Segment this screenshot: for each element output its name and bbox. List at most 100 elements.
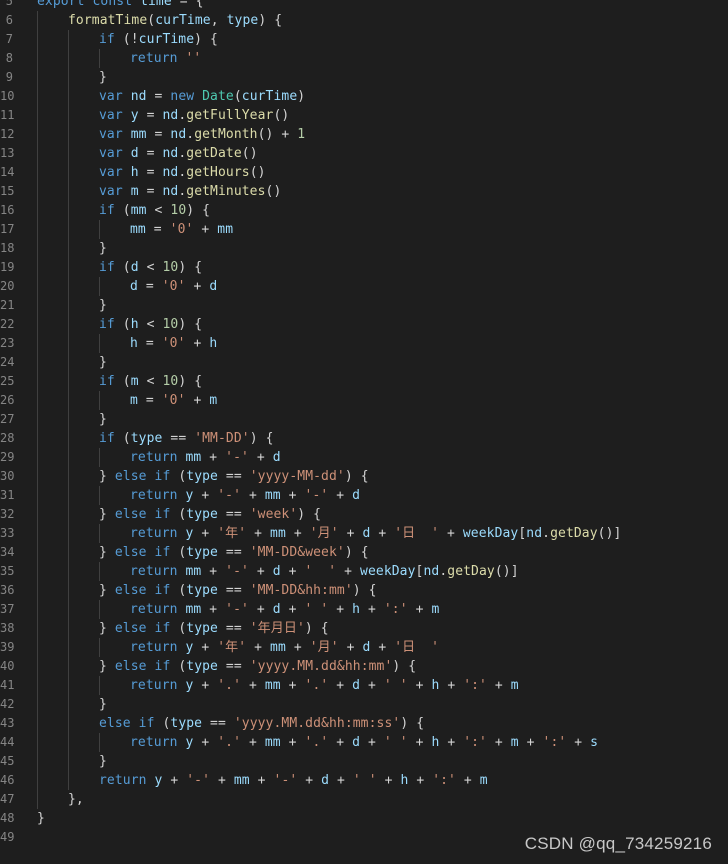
line-number: 6 <box>5 13 13 27</box>
code-line[interactable]: 21} <box>0 296 728 315</box>
code-line[interactable]: 37 return mm + '-' + d + ' ' + h + ':' + … <box>0 600 728 619</box>
indent-guide <box>99 733 100 752</box>
code-line[interactable]: 6 formatTime(curTime, type) { <box>0 11 728 30</box>
code-line[interactable]: 26 m = '0' + m <box>0 391 728 410</box>
code-line[interactable]: 34} else if (type == 'MM-DD&week') { <box>0 543 728 562</box>
code-line[interactable]: 36} else if (type == 'MM-DD&hh:mm') { <box>0 581 728 600</box>
code-line[interactable]: 47}, <box>0 790 728 809</box>
code-line[interactable]: 35 return mm + '-' + d + ' ' + weekDay[nd… <box>0 562 728 581</box>
line-number: 41 <box>0 678 15 692</box>
code-line[interactable]: 24} <box>0 353 728 372</box>
code-line[interactable]: 32} else if (type == 'week') { <box>0 505 728 524</box>
token-ctrl: return <box>130 488 178 503</box>
code-line[interactable]: 30} else if (type == 'yyyy-MM-dd') { <box>0 467 728 486</box>
code-line[interactable]: 19 if (d < 10) { <box>0 258 728 277</box>
indent-guide <box>99 391 100 410</box>
token-op: + <box>367 602 376 617</box>
code-line[interactable]: 44 return y + '.' + mm + '.' + d + ' ' + … <box>0 733 728 752</box>
token-str: '.' <box>304 735 329 750</box>
code-text: } <box>37 809 45 828</box>
code-line[interactable]: 15 var m = nd.getMinutes() <box>0 182 728 201</box>
token-op: + <box>254 526 263 541</box>
code-line[interactable]: 43 else if (type == 'yyyy.MM.dd&hh:mm:ss'… <box>0 714 728 733</box>
code-text: return mm + '-' + d <box>130 448 281 467</box>
code-line[interactable]: 45} <box>0 752 728 771</box>
token-var: d <box>272 564 281 579</box>
token-op: + <box>256 564 265 579</box>
token-str: ' ' <box>352 773 377 788</box>
code-text: var h = nd.getHours() <box>99 163 266 182</box>
code-line[interactable]: 9} <box>0 68 728 87</box>
token-op: + <box>248 678 257 693</box>
code-line[interactable]: 11 var y = nd.getFullYear() <box>0 106 728 125</box>
code-text: d = '0' + d <box>130 277 217 296</box>
code-editor[interactable]: 5 export const time = {6 formatTime(curTim… <box>0 0 728 864</box>
code-line[interactable]: 31 return y + '-' + mm + '-' + d <box>0 486 728 505</box>
code-line[interactable]: 10 var nd = new Date(curTime) <box>0 87 728 106</box>
token-op: + <box>257 773 266 788</box>
code-text: var nd = new Date(curTime) <box>99 87 305 106</box>
token-var: m <box>209 393 218 408</box>
token-punc: ) <box>304 621 313 636</box>
code-line[interactable]: 33 return y + '年' + mm + '月' + d + '日 ' +… <box>0 524 728 543</box>
code-line[interactable]: 28 if (type == 'MM-DD') { <box>0 429 728 448</box>
indent-guide <box>68 543 69 562</box>
token-str: '日 ' <box>394 526 440 541</box>
token-op: == <box>210 716 226 731</box>
token-str: ' ' <box>383 678 408 693</box>
code-text: return y + '-' + mm + '-' + d <box>130 486 360 505</box>
token-ctrl: return <box>130 678 178 693</box>
token-op: + <box>336 735 345 750</box>
code-line[interactable]: 48} <box>0 809 728 828</box>
token-punc: () <box>249 165 266 180</box>
line-number: 39 <box>0 640 15 654</box>
code-line[interactable]: 7 if (!curTime) { <box>0 30 728 49</box>
code-line[interactable]: 22 if (h < 10) { <box>0 315 728 334</box>
code-line[interactable]: 39 return y + '年' + mm + '月' + d + '日 ' <box>0 638 728 657</box>
code-line[interactable]: 13 var d = nd.getDate() <box>0 144 728 163</box>
code-line[interactable]: 38} else if (type == '年月日') { <box>0 619 728 638</box>
code-line[interactable]: 14 var h = nd.getHours() <box>0 163 728 182</box>
code-line[interactable]: 16 if (mm < 10) { <box>0 201 728 220</box>
token-str: '0' <box>161 279 186 294</box>
token-var: d <box>209 279 218 294</box>
code-line[interactable]: 20 d = '0' + d <box>0 277 728 296</box>
code-line[interactable]: 46 return y + '-' + mm + '-' + d + ' ' + … <box>0 771 728 790</box>
code-line[interactable]: 27} <box>0 410 728 429</box>
indent-guide <box>37 448 38 467</box>
code-line[interactable]: 29 return mm + '-' + d <box>0 448 728 467</box>
indent-guide <box>37 467 38 486</box>
code-line[interactable]: 42} <box>0 695 728 714</box>
indent-guide <box>68 429 69 448</box>
code-line[interactable]: 25 if (m < 10) { <box>0 372 728 391</box>
token-punc: } <box>99 583 107 598</box>
code-line[interactable]: 41 return y + '.' + mm + '.' + d + ' ' + … <box>0 676 728 695</box>
code-line[interactable]: 17 mm = '0' + mm <box>0 220 728 239</box>
code-line[interactable]: 12 var mm = nd.getMonth() + 1 <box>0 125 728 144</box>
token-var: nd <box>162 165 179 180</box>
code-line[interactable]: 23 h = '0' + h <box>0 334 728 353</box>
code-line[interactable]: 5 export const time = { <box>0 0 728 11</box>
code-line[interactable]: 18} <box>0 239 728 258</box>
code-line[interactable]: 8 return '' <box>0 49 728 68</box>
code-line[interactable]: 40} else if (type == 'yyyy.MM.dd&hh:mm')… <box>0 657 728 676</box>
token-str: ':' <box>383 602 408 617</box>
token-op: + <box>336 488 345 503</box>
indent-guide <box>68 315 69 334</box>
indent-guide <box>68 106 69 125</box>
indent-guide <box>68 201 69 220</box>
token-ctrl: return <box>130 735 178 750</box>
